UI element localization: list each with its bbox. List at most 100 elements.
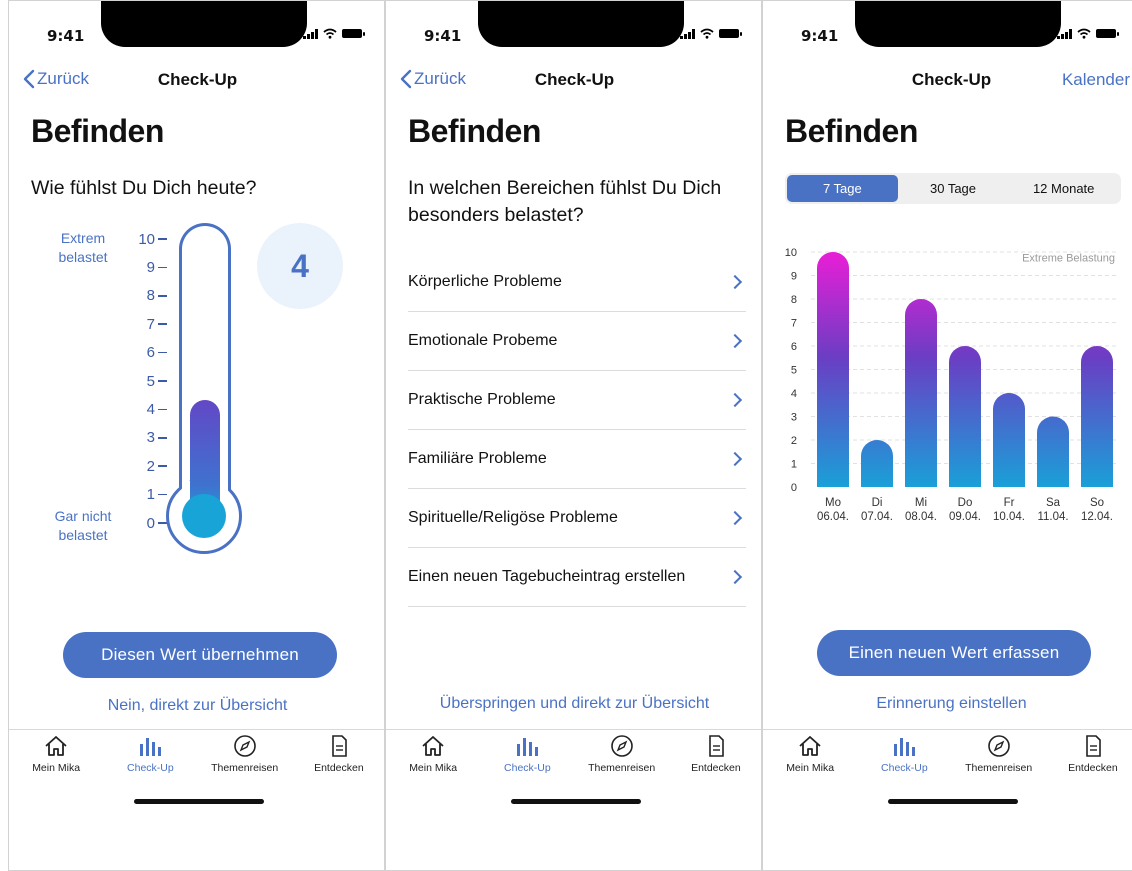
x-tick-day: So [1090,497,1104,509]
bar-so[interactable] [1081,346,1113,487]
list-item-spirituelle-probleme[interactable]: Spirituelle/Religöse Probleme [408,489,746,548]
chevron-right-icon [727,569,743,585]
page-title: Befinden [31,113,164,149]
list-item-label: Einen neuen Tagebucheintrag erstellen [408,568,686,585]
wellbeing-bar-chart: 0 1 2 3 4 5 6 7 8 9 10 Extreme Belastung Mo 06.04. Di 0… [785,247,1119,523]
tab-entdecken[interactable]: Entdecken [296,734,382,787]
x-tick-day: Fr [1004,497,1015,509]
list-item-praktische-probleme[interactable]: Praktische Probleme [408,371,746,430]
x-tick-day: Do [958,497,973,509]
device-notch [101,1,307,47]
question-line1: In welchen Bereichen fühlst Du Dich [408,177,722,199]
scale-bottom-label-line2: belastet [58,527,108,543]
home-indicator [511,799,641,804]
question-text: In welchen Bereichen fühlst Du Dich beso… [408,175,721,229]
bar-mo[interactable] [817,252,849,487]
home-indicator [888,799,1018,804]
bar-di[interactable] [861,440,893,487]
scale-tick-3: 3 [117,429,167,447]
x-tick-day: Di [872,497,883,509]
x-tick-date: 09.04. [949,511,981,523]
list-item-new-diary-entry[interactable]: Einen neuen Tagebucheintrag erstellen [408,548,746,607]
tab-themenreisen[interactable]: Themenreisen [956,734,1042,787]
list-item-koerperliche-probleme[interactable]: Körperliche Probleme [408,253,746,312]
set-reminder-link[interactable]: Erinnerung einstellen [763,695,1132,713]
y-tick-label: 3 [791,412,797,424]
chevron-right-icon [727,392,743,408]
device-notch [478,1,684,47]
y-tick-label: 0 [791,482,797,494]
scale-tick-label: 2 [146,457,155,475]
scale-tick-label: 6 [146,344,155,362]
bar-do[interactable] [949,346,981,487]
scale-top-label-line1: Extrem [60,230,106,246]
bar-fr[interactable] [993,393,1025,487]
scale-tick-7: 7 [117,315,167,333]
tab-themenreisen[interactable]: Themenreisen [579,734,665,787]
status-icons [680,28,742,39]
tab-entdecken[interactable]: Entdecken [673,734,759,787]
nav-title: Check-Up [534,70,615,89]
tab-check-up[interactable]: Check-Up [861,734,947,787]
chart-annotation: Extreme Belastung [1022,252,1115,264]
compass-icon [233,735,256,757]
x-tick-date: 11.04. [1037,511,1068,523]
chevron-right-icon [727,451,743,467]
compass-icon [987,735,1010,757]
scale-tick-label: 8 [146,287,155,305]
tab-label: Check-Up [127,762,174,774]
bar-sa[interactable] [1037,416,1069,488]
home-indicator [134,799,264,804]
scale-tick-label: 4 [146,400,155,418]
bar-mi[interactable] [905,299,937,487]
list-item-emotionale-probleme[interactable]: Emotionale Probeme [408,312,746,371]
tab-label: Themenreisen [965,762,1033,774]
tab-label: Entdecken [314,762,364,774]
tab-bar: Mein Mika Check-Up Themenreisen Entdecke… [9,729,384,787]
problem-list: Körperliche Probleme Emotionale Probeme … [408,253,746,607]
tab-bar: Mein Mika Check-Up Themenreisen Entdecke… [763,729,1132,787]
x-tick-date: 06.04. [817,511,849,523]
document-icon [1086,735,1101,757]
list-item-familiaere-probleme[interactable]: Familiäre Probleme [408,430,746,489]
scale-tick-2: 2 [117,457,167,475]
y-tick-label: 7 [791,318,797,330]
accept-value-button[interactable]: Diesen Wert übernehmen [63,632,337,678]
status-time: 9:41 [424,27,462,45]
skip-to-overview-link[interactable]: Nein, direkt zur Übersicht [9,697,384,715]
skip-to-overview-link[interactable]: Überspringen und direkt zur Übersicht [386,695,761,713]
x-tick-date: 07.04. [861,511,893,523]
new-value-button[interactable]: Einen neuen Wert erfassen [817,630,1091,676]
wifi-icon [323,28,337,39]
page-title: Befinden [408,113,541,149]
thermometer-bulb-fill [182,494,226,538]
list-item-label: Praktische Probleme [408,391,556,408]
chevron-right-icon [727,510,743,526]
tab-mein-mika[interactable]: Mein Mika [13,734,99,787]
document-icon [709,735,724,757]
scale-bottom-label-line1: Gar nicht [54,508,112,524]
tab-entdecken[interactable]: Entdecken [1050,734,1132,787]
tab-themenreisen[interactable]: Themenreisen [202,734,288,787]
tab-check-up[interactable]: Check-Up [107,734,193,787]
list-item-label: Körperliche Probleme [408,273,562,290]
value-bubble: 4 [257,223,343,309]
scale-top-label: Extrem belastet [43,229,123,267]
question-text: Wie fühlst Du Dich heute? [31,177,257,199]
tab-check-up[interactable]: Check-Up [484,734,570,787]
tab-mein-mika[interactable]: Mein Mika [390,734,476,787]
tab-label: Mein Mika [786,762,835,774]
y-tick-label: 2 [791,435,797,447]
scale-tick-label: 0 [146,514,155,532]
status-time: 9:41 [47,27,85,45]
x-tick-date: 10.04. [993,511,1025,523]
scale-top-label-line2: belastet [58,249,108,265]
scale-tick-6: 6 [117,344,167,362]
tab-label: Mein Mika [409,762,458,774]
y-tick-label: 8 [791,294,797,306]
home-icon [422,736,444,756]
tab-mein-mika[interactable]: Mein Mika [767,734,853,787]
tab-label: Check-Up [504,762,551,774]
scale-tick-label: 9 [146,258,155,276]
chevron-right-icon [727,274,743,290]
